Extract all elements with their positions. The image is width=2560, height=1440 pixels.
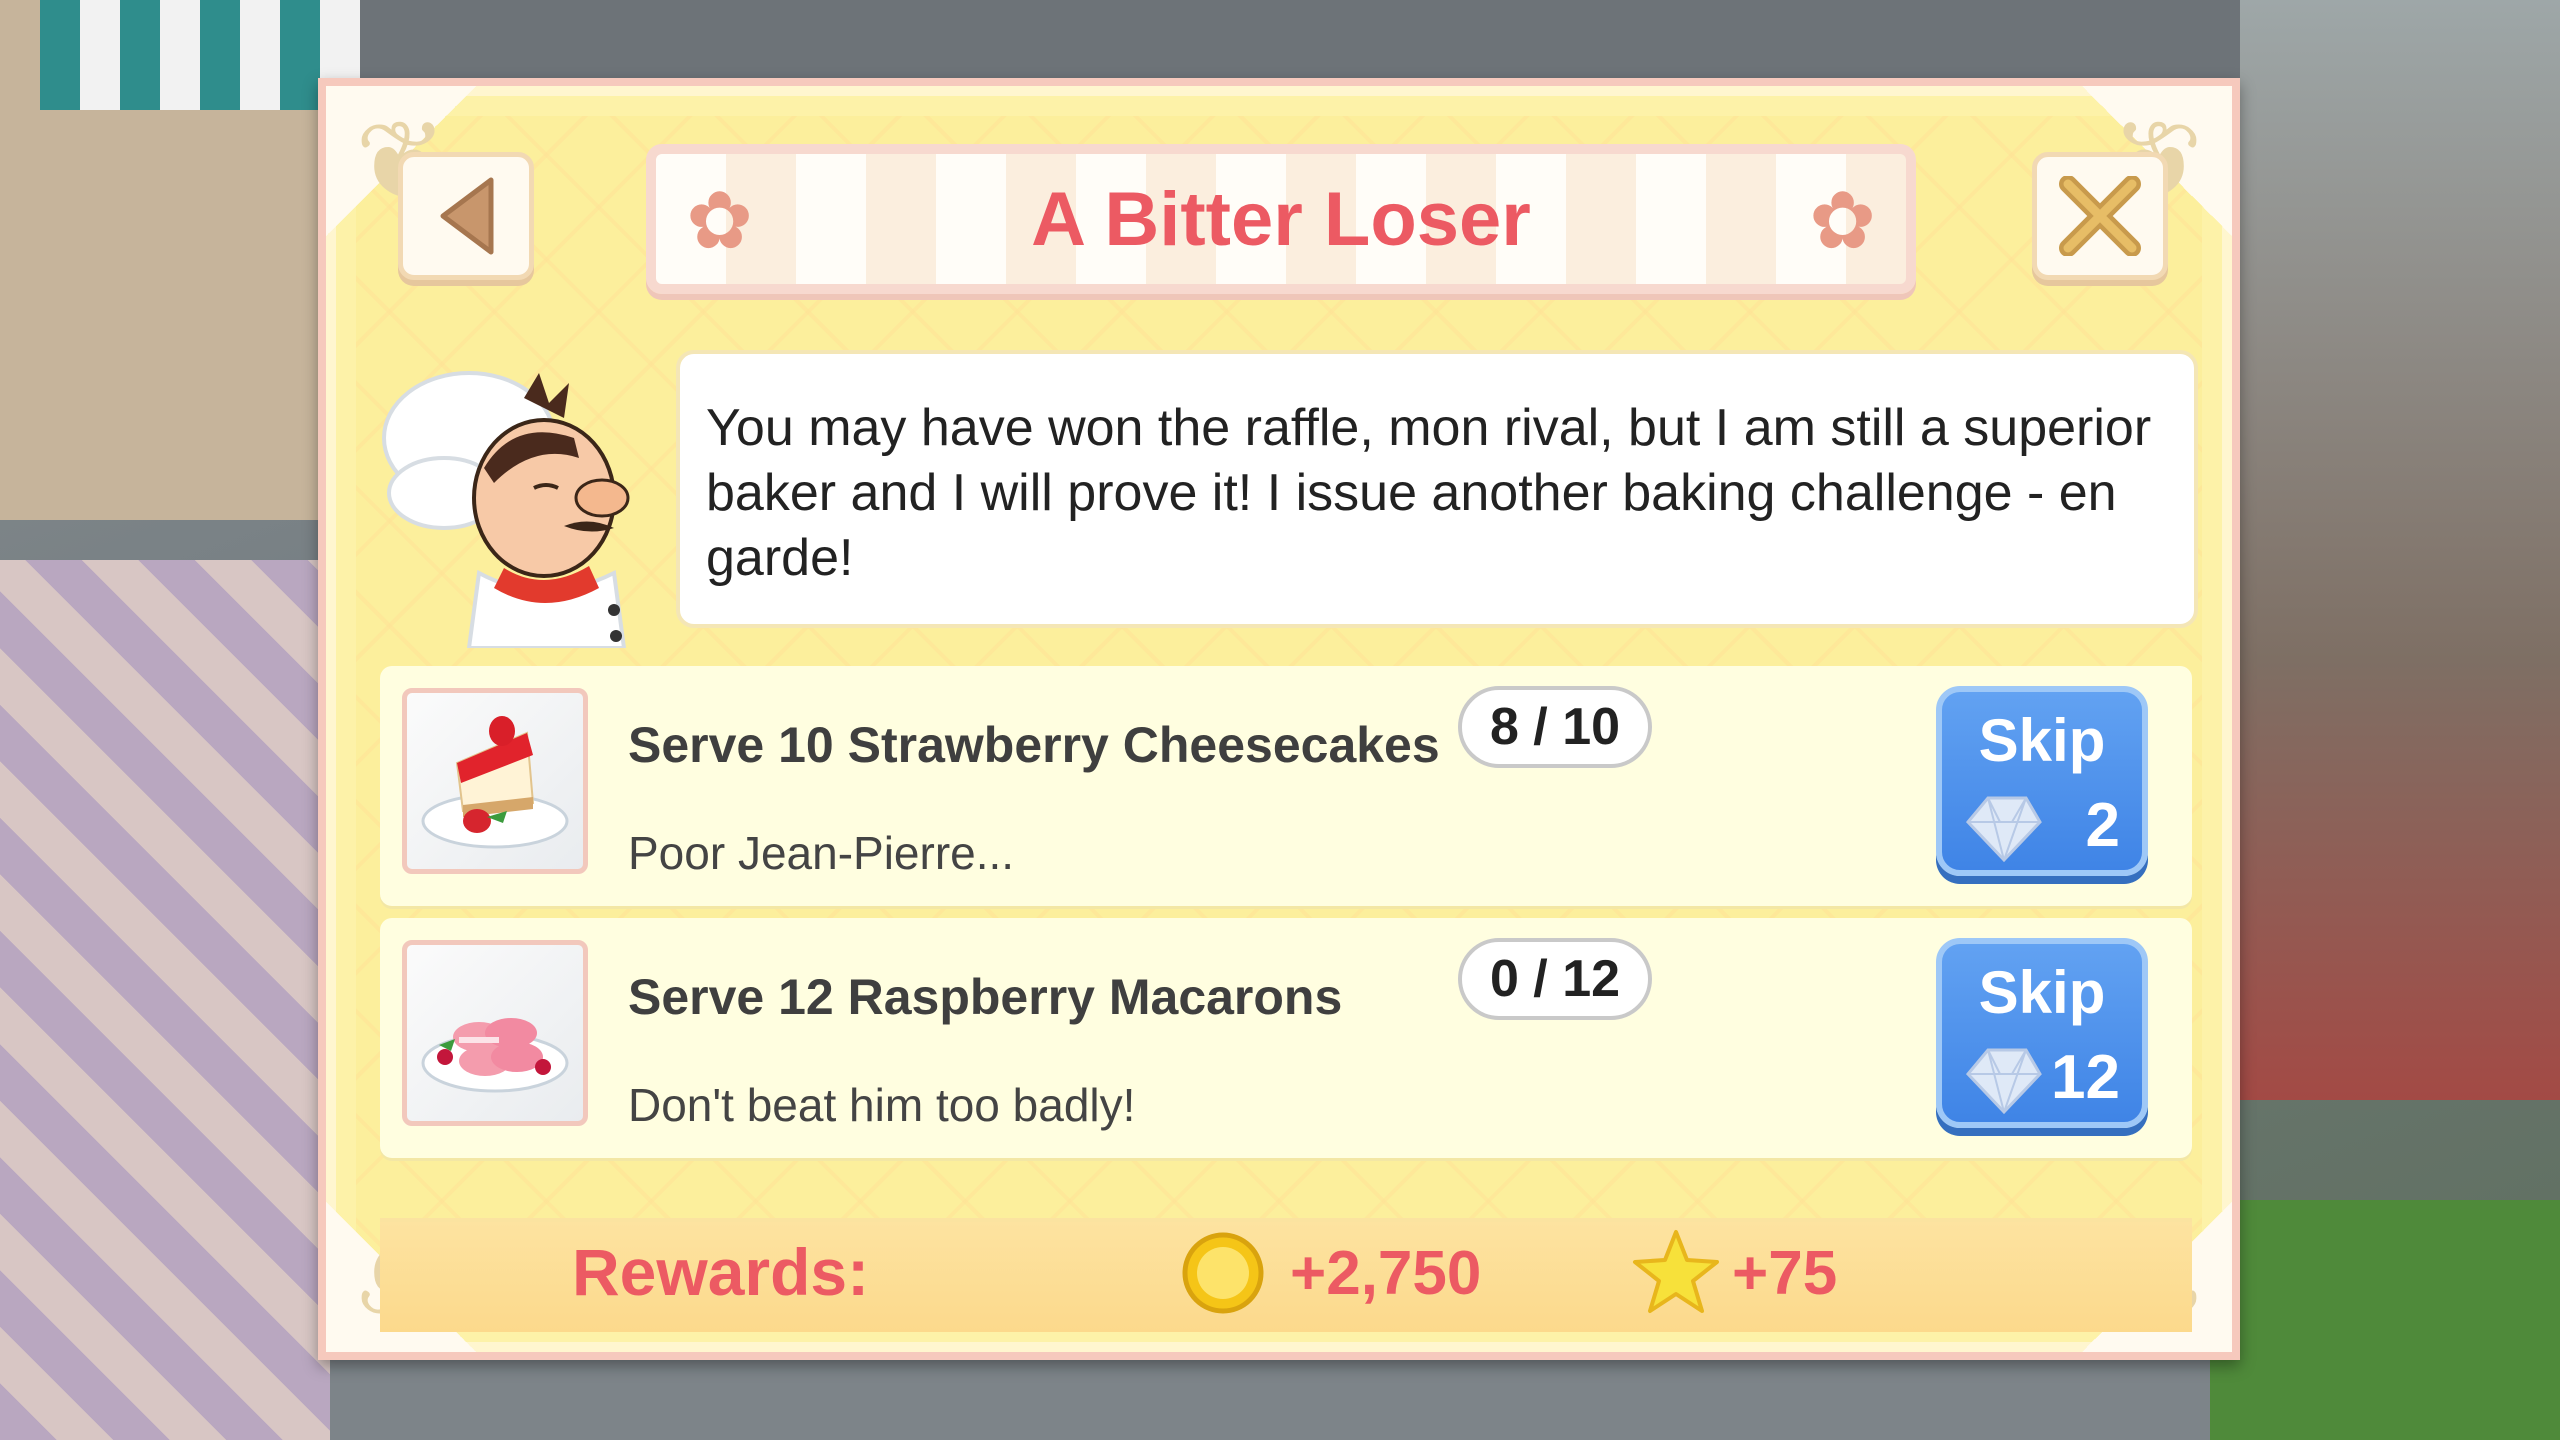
banner-ornament-icon: ✿ <box>1808 174 1876 267</box>
task-image <box>402 688 588 874</box>
raspberry-macarons-icon <box>421 1018 569 1093</box>
gem-icon <box>1965 796 2042 863</box>
reward-coins: +2,750 <box>1290 1239 1482 1308</box>
close-x-icon <box>2059 176 2141 256</box>
task-image <box>402 940 588 1126</box>
task-title: Serve 12 Raspberry Macarons <box>628 969 1343 1025</box>
skip-button[interactable]: Skip 2 <box>1936 686 2148 876</box>
lawn-right <box>2200 1200 2560 1440</box>
dialog-message: You may have won the raffle, mon rival, … <box>706 399 2152 587</box>
rewards-label: Rewards: <box>572 1235 870 1309</box>
task-subtitle: Don't beat him too badly! <box>628 1079 1136 1131</box>
title-banner: ✿ A Bitter Loser ✿ <box>646 144 1916 294</box>
street-top <box>360 0 2240 80</box>
back-arrow-icon <box>440 177 494 255</box>
task-title: Serve 10 Strawberry Cheesecakes <box>628 717 1440 773</box>
task-row: Serve 12 Raspberry Macarons Don't beat h… <box>380 918 2192 1158</box>
task-progress: 0 / 12 <box>1458 938 1652 1020</box>
strawberry-cheesecake-icon <box>421 716 569 849</box>
building-right <box>2240 0 2560 1100</box>
dialog-message-box: You may have won the raffle, mon rival, … <box>676 350 2198 628</box>
quest-dialog: ❦ ❦ ❦ ❦ ✿ A Bitter Loser ✿ You may have … <box>318 78 2240 1360</box>
coin-icon <box>1182 1232 1264 1314</box>
cafe-floor <box>0 560 330 1440</box>
dialog-title: A Bitter Loser <box>1031 176 1531 262</box>
task-progress: 8 / 10 <box>1458 686 1652 768</box>
task-subtitle: Poor Jean-Pierre... <box>628 827 1015 879</box>
skip-label: Skip <box>1978 959 2106 1026</box>
task-row: Serve 10 Strawberry Cheesecakes Poor Jea… <box>380 666 2192 906</box>
skip-button[interactable]: Skip 12 <box>1936 938 2148 1128</box>
task-list: Serve 10 Strawberry Cheesecakes Poor Jea… <box>380 666 2192 1170</box>
gem-icon <box>1965 1048 2042 1115</box>
back-button[interactable] <box>398 152 534 280</box>
rewards-bar: Rewards: +2,750 +75 <box>380 1218 2192 1332</box>
skip-cost: 2 <box>2085 791 2120 860</box>
skip-cost: 12 <box>2051 1043 2120 1112</box>
street-bottom <box>330 1360 2210 1440</box>
reward-stars: +75 <box>1732 1239 1838 1308</box>
skip-label: Skip <box>1978 707 2106 774</box>
awning-left <box>40 0 360 110</box>
chef-rival-portrait <box>382 371 630 648</box>
banner-ornament-icon: ✿ <box>686 174 754 267</box>
close-button[interactable] <box>2032 152 2168 280</box>
star-icon <box>1633 1230 1719 1313</box>
